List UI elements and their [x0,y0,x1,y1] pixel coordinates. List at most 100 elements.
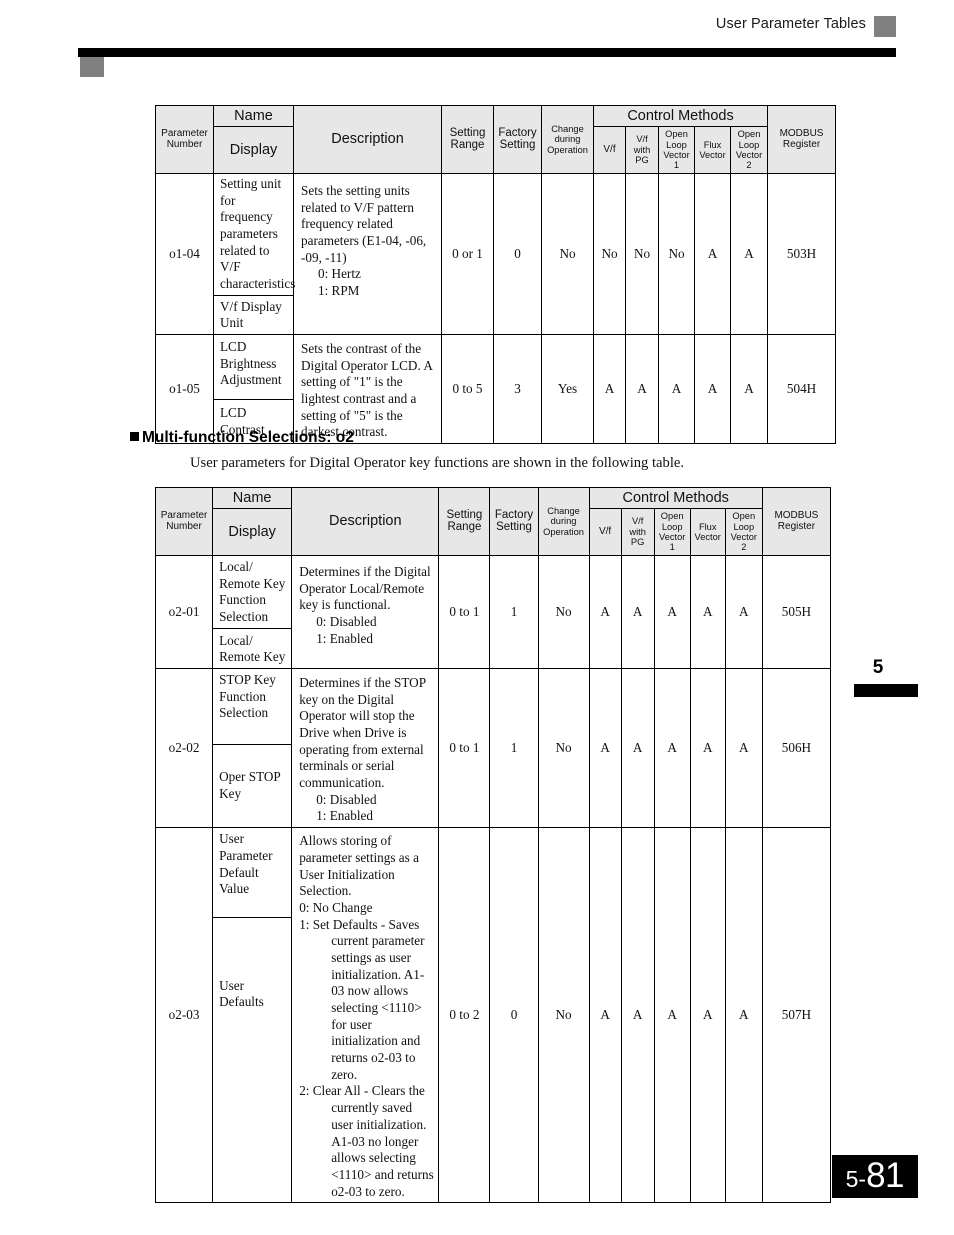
cell-setting-range: 0 to 2 [438,827,491,1204]
col-vf: V/f [593,126,626,174]
page-number-value: 81 [866,1156,904,1195]
desc-option-1: 0: Hertz [318,266,361,282]
col-display: Display [212,508,293,556]
header-rule [78,48,896,57]
cell-description: Allows storing of parameter settings as … [291,827,440,1204]
col-change-line1: Change [547,505,580,516]
col-description: Description [293,105,442,174]
col-factory-setting-line2: Setting [496,521,532,534]
desc-option-0: 0: No Change [299,899,373,915]
cell-setting-range: 0 to 1 [438,554,491,669]
cell-name: LCD Brightness Adjustment [213,334,294,401]
col-change-line3: Operation [547,144,588,155]
desc-option-1: 1: Enabled [316,808,373,824]
col-control-methods: Control Methods [592,104,769,128]
col-olv1-line4: 1 [669,542,675,553]
desc-lead: Determines if the STOP key on the Digita… [299,674,426,791]
col-olv1-line2: Loop [661,521,683,532]
chapter-tab-bar [854,684,918,697]
cell-open-loop-vector-2: A [724,554,763,669]
cell-open-loop-vector-1: A [653,827,691,1204]
col-vf-with-pg: V/f with PG [620,508,655,556]
table-header: Parameter Number Name Description Settin… [154,486,832,556]
cell-description: Determines if the STOP key on the Digita… [291,667,440,829]
page-number-badge: 5- 81 [831,1155,918,1198]
table-row: o1-04 Setting unit for frequency paramet… [155,172,837,336]
cell-open-loop-vector-2: A [729,334,769,445]
col-change-line3: Operation [543,526,584,537]
col-factory-setting: Factory Setting [493,105,542,174]
col-change-line1: Change [551,123,584,134]
cell-open-loop-vector-2: A [724,667,763,829]
cell-parameter-number: o1-04 [155,172,214,336]
col-factory-setting-line2: Setting [499,139,536,152]
col-setting-range: Setting Range [441,105,494,174]
col-olv2-line2: Loop [733,521,755,532]
cell-name: Setting unit for frequency parameters re… [213,172,295,296]
col-olv2-line3: Vector [730,532,757,543]
desc-lead: Allows storing of parameter settings as … [299,833,419,899]
cell-flux-vector: A [689,554,726,669]
cell-flux-vector: A [694,334,731,445]
header-gray-marker-right [874,16,896,37]
cell-name: STOP Key Function Selection [212,667,293,745]
cell-display: Local/ Remote Key [212,627,293,669]
cell-display: User Defaults [212,916,293,1204]
cell-display: V/f Display Unit [213,294,294,336]
parameter-table-o1: Parameter Number Name Description Settin… [155,104,837,445]
table-row: o2-03 User Parameter Default Value Allow… [154,827,832,1204]
desc-lead: Determines if the Digital Operator Local… [299,563,431,613]
header-gray-marker-left [80,57,104,77]
col-olv1-line4: 1 [673,160,680,171]
chapter-number: 5 [872,657,884,678]
cell-change-during-operation: No [541,172,594,336]
cell-open-loop-vector-2: A [729,172,769,336]
col-modbus-register: MODBUS Register [761,487,832,556]
col-flux-vector: Flux Vector [694,126,731,174]
section-heading-text: Multi-function Selections: o2 [142,429,354,446]
col-vfpg-line3: PG [630,537,645,548]
col-change-line2: during [550,516,577,527]
cell-modbus-register: 503H [767,172,837,336]
table-row: o2-02 STOP Key Function Selection Determ… [154,667,832,829]
cell-change-during-operation: No [537,667,590,829]
cell-vf-with-pg: A [620,667,655,829]
cell-name: Local/ Remote Key Function Selection [212,554,293,629]
col-factory-setting-line1: Factory [494,508,534,521]
cell-open-loop-vector-1: A [653,554,691,669]
col-flux-line1: Flux [703,139,722,150]
col-flux-vector: Flux Vector [689,508,726,556]
cell-setting-range: 0 to 5 [441,334,494,445]
desc-option-2-continued: currently saved user initialization. A1-… [331,1100,434,1199]
col-change-during-operation: Change during Operation [541,105,594,174]
col-parameter-number: Parameter Number [155,105,214,174]
col-factory-setting: Factory Setting [489,487,539,556]
cell-modbus-register: 505H [761,554,832,669]
col-parameter-number: Parameter Number [154,487,214,556]
cell-factory-setting: 3 [493,334,542,445]
cell-parameter-number: o2-01 [154,554,214,669]
col-olv1-line1: Open [660,511,684,522]
col-description: Description [291,487,440,556]
col-setting-range-line1: Setting [446,508,483,521]
col-change-during-operation: Change during Operation [537,487,590,556]
cell-vf: A [593,334,626,445]
cell-open-loop-vector-1: A [658,334,695,445]
cell-vf: A [588,667,622,829]
cell-modbus-register: 506H [761,667,832,829]
section-intro-text: User parameters for Digital Operator key… [190,455,685,471]
cell-setting-range: 0 to 1 [438,667,491,829]
desc-option-1: 1: Set Defaults - Saves [299,916,420,932]
col-setting-range-line2: Range [450,139,485,152]
desc-option-1-continued: current parameter settings as user initi… [331,933,425,1082]
col-setting-range-line1: Setting [449,126,486,139]
cell-modbus-register: 504H [767,334,837,445]
col-factory-setting-line1: Factory [498,126,537,139]
col-open-loop-vector-1: Open Loop Vector 1 [658,126,695,174]
chapter-side-tab: 5 [838,658,918,697]
col-olv2-line4: 2 [746,160,752,171]
col-setting-range-line2: Range [447,521,482,534]
desc-option-1: 1: Enabled [316,630,373,646]
cell-open-loop-vector-1: A [653,667,691,829]
col-modbus-register: MODBUS Register [767,105,837,174]
